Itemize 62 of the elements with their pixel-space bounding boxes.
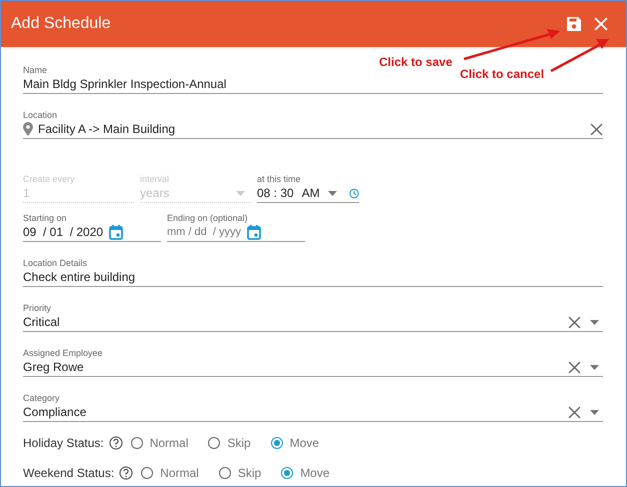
date-field[interactable]: Ending on (optional) mm / dd / yyyy	[167, 213, 305, 242]
location-details-field[interactable]: Location Details Check entire building	[23, 258, 603, 287]
select-field[interactable]: Category Compliance	[23, 393, 603, 422]
help-icon[interactable]	[108, 436, 123, 450]
radio-option[interactable]: Normal	[130, 434, 188, 452]
save-icon[interactable]	[566, 16, 582, 32]
radio-group-label: Weekend Status:	[23, 465, 114, 482]
clear-icon[interactable]	[568, 406, 581, 418]
dialog-title: Add Schedule	[11, 14, 112, 34]
time-field[interactable]: at this time 08 : 30 AM	[257, 174, 359, 203]
field-value: Facility A -> Main Building	[38, 121, 176, 137]
location-pin-icon	[23, 122, 33, 136]
date-field[interactable]: Starting on 09 / 01 / 2020	[23, 213, 161, 242]
date-placeholder: mm / dd / yyyy	[167, 225, 241, 240]
annotation-text: Click to cancel	[460, 66, 544, 83]
radio-option[interactable]: Move	[270, 434, 320, 452]
radio-option[interactable]: Move	[281, 464, 330, 482]
radio-option[interactable]: Skip	[208, 434, 251, 452]
radio-button[interactable]	[130, 437, 143, 449]
field-value: 09 / 01 / 2020	[23, 224, 104, 240]
field-label: Location	[23, 110, 58, 121]
field-value: Compliance	[23, 404, 88, 420]
clear-icon[interactable]	[568, 316, 581, 328]
radio-button[interactable]	[218, 467, 231, 479]
field-label: Assigned Employee	[23, 348, 103, 359]
select-field[interactable]: Assigned Employee Greg Rowe	[23, 348, 603, 377]
calendar-icon[interactable]	[246, 224, 261, 240]
field-label: Name	[23, 65, 48, 76]
field-label: Ending on (optional)	[167, 213, 248, 224]
field-value: years	[140, 185, 170, 201]
radio-option[interactable]: Normal	[141, 464, 199, 482]
field-label: interval	[140, 174, 170, 185]
field-value: 08 : 30	[257, 185, 294, 201]
field-label: Category	[23, 393, 60, 404]
calendar-icon[interactable]	[109, 224, 124, 240]
radio-group-label: Holiday Status:	[23, 435, 104, 452]
caret-icon[interactable]	[590, 364, 599, 370]
field-value: Check entire building	[23, 269, 136, 285]
caret-icon[interactable]	[590, 410, 599, 414]
field-value: 1	[23, 185, 30, 201]
close-icon[interactable]	[594, 17, 608, 31]
location-field[interactable]: Location Facility A -> Main Building	[23, 110, 603, 139]
period-value: AM	[302, 185, 320, 201]
caret-icon[interactable]	[590, 320, 599, 324]
caret-icon[interactable]	[328, 190, 337, 196]
radio-button[interactable]	[208, 437, 220, 449]
field-label: Starting on	[23, 213, 67, 224]
select-field[interactable]: Priority Critical	[23, 303, 603, 332]
field-value: Critical	[23, 314, 61, 330]
field-label: Create every	[23, 174, 75, 185]
radio-button[interactable]	[281, 467, 294, 479]
radio-option[interactable]: Skip	[218, 464, 262, 482]
field-label: Location Details	[23, 258, 88, 269]
radio-button[interactable]	[270, 437, 283, 449]
field-label: Priority	[23, 303, 52, 314]
clear-icon[interactable]	[568, 360, 581, 374]
clear-icon[interactable]	[590, 122, 603, 136]
radio-button[interactable]	[141, 467, 154, 479]
field-value: Greg Rowe	[23, 359, 85, 375]
field-value: Main Bldg Sprinkler Inspection-Annual	[23, 76, 226, 92]
field-label: at this time	[257, 174, 301, 185]
help-icon[interactable]	[119, 466, 134, 480]
